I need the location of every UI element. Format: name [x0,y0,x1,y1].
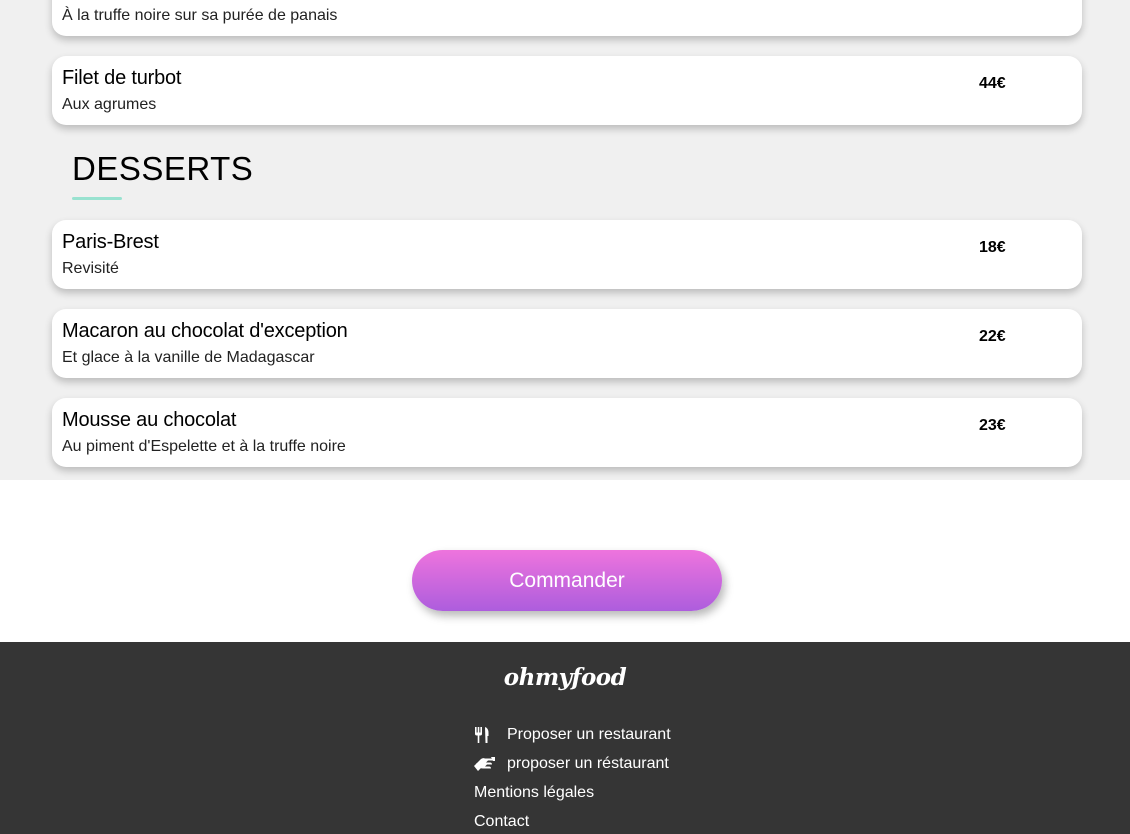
footer-link-partner[interactable]: proposer un réstaurant [474,755,669,773]
handshake-icon [474,756,496,772]
dish-card-macaron[interactable]: Macaron au chocolat d'exception Et glace… [52,309,1082,378]
footer: ohmyfood Proposer un restaurant proposer… [0,642,1130,834]
dish-card-mousse-au-chocolat[interactable]: Mousse au chocolat Au piment d'Espelette… [52,398,1082,467]
dish-name: Mousse au chocolat [62,409,237,431]
footer-link-legal-notice[interactable]: Mentions légales [474,784,594,802]
footer-link-contact[interactable]: Contact [474,813,529,831]
dish-description: Et glace à la vanille de Madagascar [62,349,315,366]
dish-description: À la truffe noire sur sa purée de panais [62,7,338,24]
dish-description: Aux agrumes [62,96,157,113]
dish-description: Au piment d'Espelette et à la truffe noi… [62,438,346,455]
utensils-icon [474,727,496,743]
dish-card-filet-de-turbot[interactable]: Filet de turbot Aux agrumes 44€ [52,56,1082,125]
dish-price: 22€ [979,328,1006,345]
footer-link-label: Mentions légales [474,784,595,801]
dish-description: Revisité [62,260,119,277]
order-button[interactable]: Commander [412,550,722,611]
section-title-underline [72,197,122,200]
dish-price: 44€ [979,75,1006,92]
dish-card-paris-brest[interactable]: Paris-Brest Revisité 18€ [52,220,1082,289]
dish-price: 23€ [979,417,1006,434]
footer-link-propose-restaurant[interactable]: Proposer un restaurant [474,726,671,744]
menu-section: À la truffe noire sur sa purée de panais… [0,0,1130,480]
footer-link-label: proposer un réstaurant [507,755,669,772]
footer-logo[interactable]: ohmyfood [0,664,1130,691]
footer-link-label: Proposer un restaurant [507,726,671,743]
dish-price: 18€ [979,239,1006,256]
dish-name: Macaron au chocolat d'exception [62,320,348,342]
dish-name: Filet de turbot [62,67,182,89]
dish-name: Paris-Brest [62,231,159,253]
section-title-desserts: DESSERTS [72,150,254,187]
dish-card-partial: À la truffe noire sur sa purée de panais [52,0,1082,36]
footer-link-label: Contact [474,813,530,830]
